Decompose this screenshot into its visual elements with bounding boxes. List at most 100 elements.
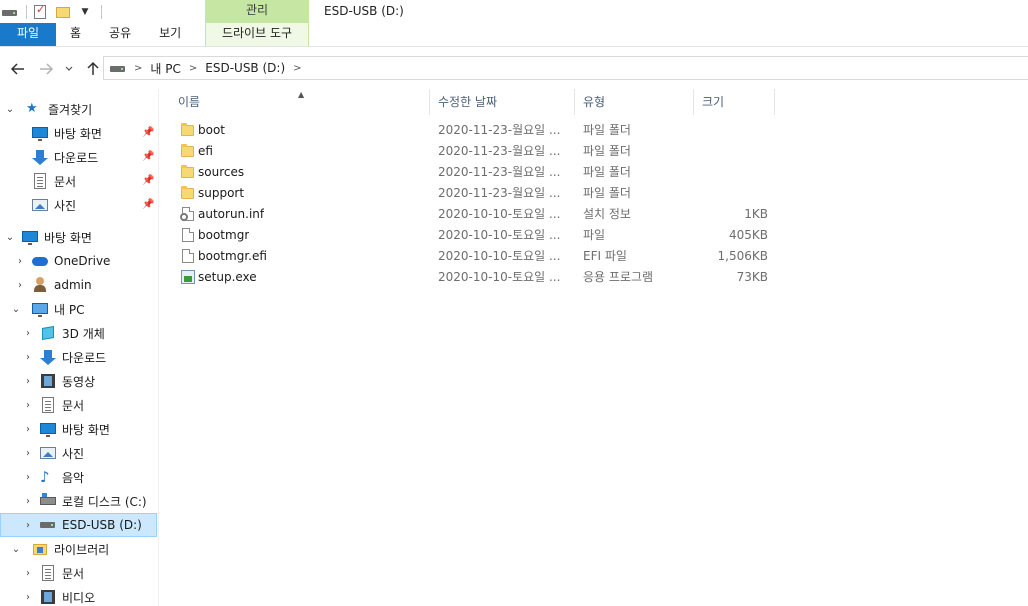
context-tab-group-label: 관리	[205, 0, 309, 23]
collapsed-chevron-icon[interactable]: ›	[22, 519, 34, 531]
file-date: 2020-11-23-월요일 ...	[438, 186, 561, 200]
sidebar-item-onedrive[interactable]: › OneDrive	[0, 249, 158, 273]
quick-access-toolbar: ▼	[0, 0, 106, 23]
sidebar-item-desktop-pinned[interactable]: 바탕 화면 📌	[0, 121, 158, 145]
file-type: 설치 정보	[583, 207, 631, 221]
file-date: 2020-11-23-월요일 ...	[438, 144, 561, 158]
expanded-chevron-icon[interactable]: ⌄	[10, 543, 22, 555]
collapsed-chevron-icon[interactable]: ›	[22, 399, 34, 411]
file-row[interactable]: bootmgr.efi 2020-10-10-토요일 ... EFI 파일 1,…	[170, 246, 770, 267]
breadcrumb-esd-usb[interactable]: ESD-USB (D:)	[205, 61, 285, 75]
document-icon	[40, 565, 56, 581]
sidebar-item-pictures-pinned[interactable]: 사진 📌	[0, 193, 158, 217]
expanded-chevron-icon[interactable]: ⌄	[10, 303, 22, 315]
sidebar-item-desktop-folder[interactable]: › 바탕 화면	[0, 417, 158, 441]
collapsed-chevron-icon[interactable]: ›	[22, 591, 34, 603]
address-bar[interactable]: > 내 PC > ESD-USB (D:) >	[103, 56, 1028, 80]
folder-icon	[180, 185, 196, 201]
collapsed-chevron-icon[interactable]: ›	[22, 567, 34, 579]
tab-share[interactable]: 공유	[95, 23, 145, 46]
sidebar-item-downloads[interactable]: › 다운로드	[0, 345, 158, 369]
file-row[interactable]: boot 2020-11-23-월요일 ... 파일 폴더	[170, 120, 770, 141]
collapsed-chevron-icon[interactable]: ›	[22, 351, 34, 363]
file-row[interactable]: autorun.inf 2020-10-10-토요일 ... 설치 정보 1KB	[170, 204, 770, 225]
properties-icon[interactable]	[33, 3, 49, 20]
sidebar-item-library-documents[interactable]: › 문서	[0, 561, 158, 585]
pane-divider[interactable]	[158, 89, 159, 606]
file-size: 405KB	[728, 228, 768, 242]
file-row[interactable]: bootmgr 2020-10-10-토요일 ... 파일 405KB	[170, 225, 770, 246]
forward-arrow-icon[interactable]	[38, 61, 54, 77]
column-header-name[interactable]: 이름 ▲	[170, 89, 432, 115]
sidebar-item-label: 다운로드	[62, 350, 107, 365]
file-type: 파일	[583, 228, 606, 242]
sidebar-item-this-pc[interactable]: ⌄ 내 PC	[0, 297, 158, 321]
tab-view[interactable]: 보기	[145, 23, 195, 46]
sidebar-item-music[interactable]: › ♪ 음악	[0, 465, 158, 489]
collapsed-chevron-icon[interactable]: ›	[22, 495, 34, 507]
collapsed-chevron-icon[interactable]: ›	[22, 327, 34, 339]
up-arrow-icon[interactable]	[85, 61, 101, 77]
recent-locations-chevron-icon[interactable]	[64, 61, 74, 77]
drive-icon[interactable]	[2, 4, 18, 20]
sidebar-item-label: 즐겨찾기	[48, 102, 93, 117]
file-name: boot	[198, 123, 226, 137]
file-row[interactable]: efi 2020-11-23-월요일 ... 파일 폴더	[170, 141, 770, 162]
expanded-chevron-icon[interactable]: ⌄	[4, 103, 16, 115]
expanded-chevron-icon[interactable]: ⌄	[4, 231, 16, 243]
sidebar-item-desktop[interactable]: ⌄ 바탕 화면	[0, 225, 158, 249]
collapsed-chevron-icon[interactable]: ›	[22, 423, 34, 435]
window-title: ESD-USB (D:)	[324, 4, 404, 18]
tab-home[interactable]: 홈	[56, 23, 95, 46]
3d-objects-icon	[40, 325, 56, 341]
libraries-icon	[32, 541, 48, 557]
customize-toolbar-icon[interactable]: ▼	[77, 4, 93, 20]
column-header-label: 유형	[583, 95, 606, 109]
file-row[interactable]: setup.exe 2020-10-10-토요일 ... 응용 프로그램 73K…	[170, 267, 770, 288]
column-header-date[interactable]: 수정한 날짜	[430, 89, 574, 115]
sidebar-item-local-disk[interactable]: › 로컬 디스크 (C:)	[0, 489, 158, 513]
sidebar-item-label: 문서	[62, 398, 85, 413]
file-name: setup.exe	[198, 270, 257, 284]
breadcrumb-chevron-icon[interactable]: >	[134, 63, 142, 74]
sidebar-item-downloads-pinned[interactable]: 다운로드 📌	[0, 145, 158, 169]
file-date: 2020-10-10-토요일 ...	[438, 270, 561, 284]
tab-file[interactable]: 파일	[0, 23, 56, 46]
sidebar-item-label: 라이브러리	[54, 542, 110, 557]
collapsed-chevron-icon[interactable]: ›	[22, 375, 34, 387]
file-size	[698, 162, 768, 183]
file-date: 2020-10-10-토요일 ...	[438, 228, 561, 242]
column-header-type[interactable]: 유형	[575, 89, 693, 115]
sidebar-item-label: OneDrive	[54, 254, 111, 268]
file-type: 파일 폴더	[583, 123, 631, 137]
file-date: 2020-11-23-월요일 ...	[438, 123, 561, 137]
collapsed-chevron-icon[interactable]: ›	[14, 279, 26, 291]
collapsed-chevron-icon[interactable]: ›	[22, 471, 34, 483]
sidebar-item-documents[interactable]: › 문서	[0, 393, 158, 417]
breadcrumb-chevron-icon[interactable]: >	[189, 63, 197, 74]
new-folder-icon[interactable]	[55, 4, 71, 20]
collapsed-chevron-icon[interactable]: ›	[22, 447, 34, 459]
back-arrow-icon[interactable]	[10, 61, 26, 77]
breadcrumb-chevron-icon[interactable]: >	[293, 63, 301, 74]
sidebar-item-3d-objects[interactable]: › 3D 개체	[0, 321, 158, 345]
breadcrumb-this-pc[interactable]: 내 PC	[150, 60, 180, 77]
column-header-size[interactable]: 크기	[694, 89, 774, 115]
sidebar-item-library-videos[interactable]: › 비디오	[0, 585, 158, 606]
file-row[interactable]: support 2020-11-23-월요일 ... 파일 폴더	[170, 183, 770, 204]
sidebar-item-documents-pinned[interactable]: 문서 📌	[0, 169, 158, 193]
sidebar-item-admin[interactable]: › admin	[0, 273, 158, 297]
file-name: bootmgr	[198, 228, 250, 242]
sidebar-item-libraries[interactable]: ⌄ 라이브러리	[0, 537, 158, 561]
sidebar-item-quick-access[interactable]: ⌄ ★ 즐겨찾기	[0, 97, 158, 121]
sidebar-item-label: 내 PC	[54, 302, 85, 317]
column-divider[interactable]	[774, 89, 775, 115]
sidebar-item-videos[interactable]: › 동영상	[0, 369, 158, 393]
file-row[interactable]: sources 2020-11-23-월요일 ... 파일 폴더	[170, 162, 770, 183]
usb-drive-icon	[110, 60, 126, 76]
tab-drive-tools[interactable]: 드라이브 도구	[205, 23, 309, 46]
sidebar-item-pictures[interactable]: › 사진	[0, 441, 158, 465]
file-size: 73KB	[736, 270, 768, 284]
collapsed-chevron-icon[interactable]: ›	[14, 255, 26, 267]
sidebar-item-esd-usb[interactable]: › ESD-USB (D:)	[0, 513, 157, 537]
